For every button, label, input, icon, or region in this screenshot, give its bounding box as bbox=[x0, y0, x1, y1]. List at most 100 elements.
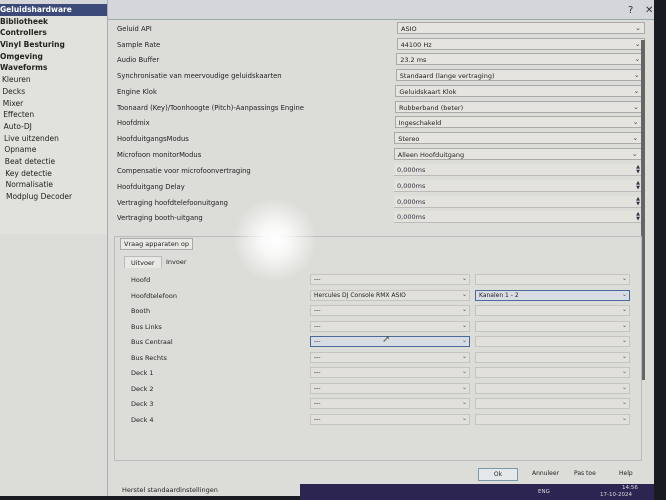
setting-row: HoofduitgangsModus Stereo ⌄ bbox=[112, 131, 643, 147]
setting-dropdown[interactable]: 44100 Hz ⌄ bbox=[396, 37, 645, 50]
output-channels-dropdown[interactable]: ⌄ bbox=[475, 413, 630, 425]
output-channels-dropdown[interactable]: ⌄ bbox=[475, 382, 630, 394]
output-device-dropdown[interactable]: --- ⌄ bbox=[310, 274, 470, 285]
query-devices-button[interactable]: Vraag apparaten op bbox=[120, 238, 193, 250]
sidebar-item[interactable]: Effecten bbox=[0, 109, 108, 121]
help-button[interactable]: ? bbox=[628, 5, 633, 16]
output-label: Hoofdtelefoon bbox=[131, 291, 177, 300]
sidebar-item[interactable]: Waveforms bbox=[0, 62, 108, 74]
chevron-down-icon: ⌄ bbox=[461, 368, 467, 375]
setting-dropdown[interactable]: Ingeschakeld ⌄ bbox=[394, 116, 643, 129]
output-device-dropdown[interactable]: --- ⌄ bbox=[310, 382, 470, 394]
setting-dropdown[interactable]: Geluidskaart Klok ⌄ bbox=[395, 84, 644, 97]
setting-dropdown[interactable]: Alleen Hoofduitgang ⌄ bbox=[393, 147, 642, 160]
output-channels-dropdown[interactable]: ⌄ bbox=[475, 398, 630, 409]
delay-label: Vertraging booth-uitgang bbox=[117, 214, 203, 223]
chevron-down-icon: ⌄ bbox=[621, 275, 627, 282]
sidebar-item[interactable]: Controllers bbox=[0, 27, 108, 39]
cancel-button[interactable]: Annuleer bbox=[528, 468, 563, 479]
chevron-down-icon: ⌄ bbox=[461, 352, 467, 360]
language-indicator[interactable]: ENG bbox=[538, 489, 550, 495]
sidebar-item[interactable]: Beat detectie bbox=[0, 156, 108, 168]
sidebar-item[interactable]: Kleuren bbox=[0, 74, 108, 86]
tab-output[interactable]: Uitvoer bbox=[124, 256, 162, 268]
setting-row: Toonaard (Key)/Toonhoogte (Pitch)-Aanpas… bbox=[112, 100, 643, 116]
sidebar-item[interactable]: Live uitzenden bbox=[0, 133, 108, 145]
setting-dropdown[interactable]: Stereo ⌄ bbox=[394, 131, 643, 144]
output-label: Bus Centraal bbox=[131, 338, 173, 346]
delay-spinbox[interactable]: 0,000ms ▲ ▼ bbox=[394, 180, 642, 192]
apply-button[interactable]: Pas toe bbox=[570, 468, 600, 479]
output-channels-dropdown[interactable]: ⌄ bbox=[475, 351, 630, 363]
sidebar-item[interactable]: Auto-DJ bbox=[0, 121, 108, 133]
output-channels-dropdown[interactable]: ⌄ bbox=[475, 320, 630, 332]
chevron-down-icon: ⌄ bbox=[461, 321, 467, 329]
spin-arrows-icon[interactable]: ▲ ▼ bbox=[636, 212, 640, 222]
chevron-down-icon: ⌄ bbox=[461, 414, 467, 422]
delay-spinbox[interactable]: 0,000ms ▲ ▼ bbox=[394, 195, 642, 208]
device-value: --- bbox=[314, 338, 321, 345]
dropdown-value: Ingeschakeld bbox=[398, 119, 442, 128]
chevron-down-icon: ⌄ bbox=[621, 399, 627, 406]
chevron-down-icon: ⌄ bbox=[461, 275, 467, 282]
output-device-dropdown[interactable]: --- ⌄ bbox=[310, 351, 470, 363]
setting-label: Microfoon monitorModus bbox=[117, 150, 202, 159]
delay-row: Hoofduitgang Delay 0,000ms ▲ ▼ bbox=[112, 180, 642, 195]
output-device-dropdown[interactable]: --- ⌄ bbox=[310, 413, 470, 425]
sidebar-item[interactable]: Modplug Decoder bbox=[0, 191, 108, 203]
setting-row: Hoofdmix Ingeschakeld ⌄ bbox=[112, 116, 643, 131]
output-channels-dropdown[interactable]: ⌄ bbox=[475, 274, 630, 285]
sidebar-item[interactable]: Bibliotheek bbox=[0, 16, 108, 28]
reset-defaults-link[interactable]: Herstel standaardinstellingen bbox=[122, 486, 218, 494]
output-device-dropdown[interactable]: --- ⌄ bbox=[310, 320, 470, 332]
spinbox-value: 0,000ms bbox=[397, 213, 426, 222]
sidebar-item[interactable]: Vinyl Besturing bbox=[0, 39, 108, 51]
sidebar-item[interactable]: Opname bbox=[0, 144, 108, 156]
setting-dropdown[interactable]: 23.2 ms ⌄ bbox=[396, 53, 645, 66]
output-label: Bus Rechts bbox=[131, 353, 167, 362]
sidebar-item[interactable]: Normalisatie bbox=[0, 179, 108, 191]
sidebar-item[interactable]: Mixer bbox=[0, 98, 108, 110]
setting-row: Synchronisatie van meervoudige geluidska… bbox=[112, 69, 644, 84]
ok-button[interactable]: Ok bbox=[478, 468, 518, 481]
help-footer-button[interactable]: Help bbox=[615, 468, 637, 479]
output-device-dropdown[interactable]: --- ⌄ bbox=[310, 305, 470, 316]
output-channels-dropdown[interactable]: ⌄ bbox=[475, 336, 630, 347]
preferences-window: ? ✕ Geluidshardware Bibliotheek Controller… bbox=[0, 0, 654, 496]
delay-spinbox[interactable]: 0,000ms ▲ ▼ bbox=[394, 211, 642, 224]
output-row: Bus Centraal --- ⌄ ⌄ bbox=[118, 336, 638, 350]
close-button[interactable]: ✕ bbox=[645, 5, 653, 16]
chevron-down-icon: ⌄ bbox=[633, 102, 639, 111]
output-device-dropdown[interactable]: --- ⌄ bbox=[310, 367, 470, 378]
spin-arrows-icon[interactable]: ▲ ▼ bbox=[636, 165, 640, 175]
output-row: Deck 4 --- ⌄ ⌄ bbox=[118, 413, 638, 428]
output-row: Booth --- ⌄ ⌄ bbox=[118, 305, 638, 319]
output-device-dropdown[interactable]: Hercules DJ Console RMX ASIO ⌄ bbox=[310, 289, 470, 301]
output-device-dropdown[interactable]: --- ⌄ bbox=[310, 398, 470, 409]
sidebar-item[interactable]: Omgeving bbox=[0, 51, 108, 63]
output-label: Deck 3 bbox=[131, 400, 154, 408]
output-label: Bus Links bbox=[131, 322, 162, 331]
setting-dropdown[interactable]: Rubberband (beter) ⌄ bbox=[395, 100, 643, 113]
tab-input[interactable]: Invoer bbox=[160, 256, 193, 268]
setting-dropdown[interactable]: Standaard (lange vertraging) ⌄ bbox=[395, 69, 644, 82]
sidebar-item[interactable]: Geluidshardware bbox=[0, 4, 108, 16]
spin-arrows-icon[interactable]: ▲ ▼ bbox=[636, 196, 640, 207]
device-value: Hercules DJ Console RMX ASIO bbox=[314, 291, 406, 299]
output-channels-dropdown[interactable]: ⌄ bbox=[475, 367, 630, 378]
delay-spinbox[interactable]: 0,000ms ▲ ▼ bbox=[394, 164, 642, 177]
device-value: --- bbox=[314, 400, 321, 407]
output-channels-dropdown[interactable]: ⌄ bbox=[475, 305, 630, 316]
spinbox-value: 0,000ms bbox=[397, 197, 426, 206]
delay-row: Vertraging booth-uitgang 0,000ms ▲ ▼ bbox=[112, 211, 642, 226]
chevron-down-icon: ⌄ bbox=[632, 118, 639, 127]
output-channels-dropdown[interactable]: Kanalen 1 - 2 ⌄ bbox=[475, 289, 630, 301]
setting-dropdown[interactable]: ASIO ⌄ bbox=[397, 22, 645, 34]
chevron-down-icon: ⌄ bbox=[461, 337, 467, 344]
spin-arrows-icon[interactable]: ▲ ▼ bbox=[636, 181, 640, 191]
output-label: Booth bbox=[131, 307, 151, 315]
sidebar-item[interactable]: Key detectie bbox=[0, 168, 108, 180]
setting-row: Microfoon monitorModus Alleen Hoofduitga… bbox=[112, 147, 642, 163]
output-row: Hoofdtelefoon Hercules DJ Console RMX AS… bbox=[118, 289, 638, 304]
sidebar-item[interactable]: Decks bbox=[0, 86, 108, 98]
